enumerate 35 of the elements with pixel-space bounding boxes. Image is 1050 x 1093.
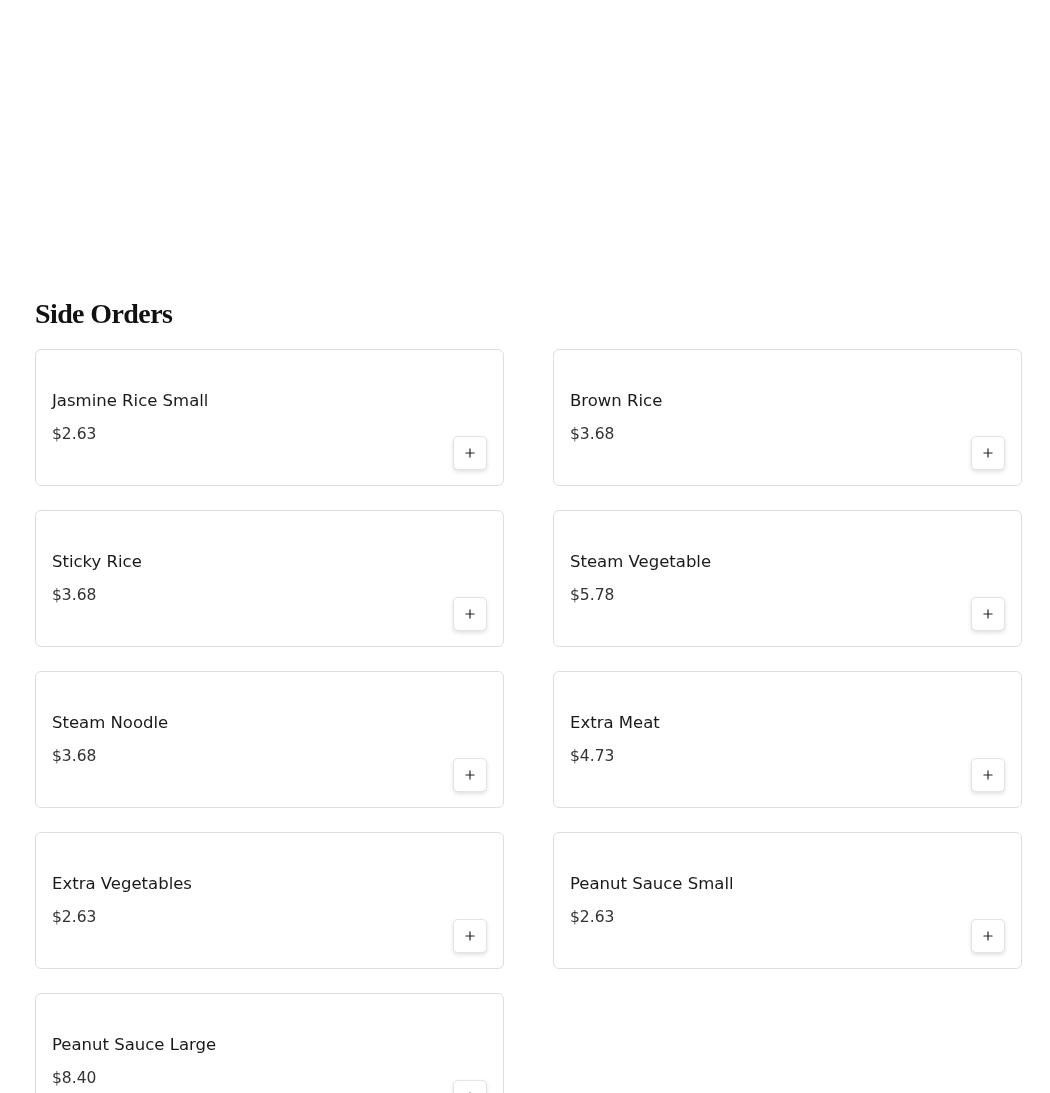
item-price: $5.78 xyxy=(570,585,615,605)
item-price: $3.68 xyxy=(570,424,615,444)
item-name: Sticky Rice xyxy=(52,551,142,573)
item-name: Steam Vegetable xyxy=(570,551,712,573)
item-name: Extra Vegetables xyxy=(52,873,192,895)
add-button[interactable] xyxy=(453,597,487,631)
plus-icon xyxy=(463,768,477,782)
add-button[interactable] xyxy=(971,758,1005,792)
add-button[interactable] xyxy=(453,758,487,792)
item-price: $4.73 xyxy=(570,746,615,766)
plus-icon xyxy=(463,607,477,621)
add-button[interactable] xyxy=(971,436,1005,470)
section-title: Side Orders xyxy=(35,297,174,331)
plus-icon xyxy=(981,446,995,460)
item-name: Peanut Sauce Large xyxy=(52,1034,217,1056)
plus-icon xyxy=(981,768,995,782)
item-name: Extra Meat xyxy=(570,712,660,734)
plus-icon xyxy=(981,929,995,943)
item-price: $2.63 xyxy=(52,907,97,927)
add-button[interactable] xyxy=(971,919,1005,953)
item-price: $2.63 xyxy=(52,424,97,444)
add-button[interactable] xyxy=(453,436,487,470)
item-name: Brown Rice xyxy=(570,390,663,412)
add-button[interactable] xyxy=(971,597,1005,631)
item-price: $3.68 xyxy=(52,746,97,766)
plus-icon xyxy=(463,929,477,943)
item-price: $8.40 xyxy=(52,1068,97,1088)
plus-icon xyxy=(981,607,995,621)
plus-icon xyxy=(463,446,477,460)
item-name: Jasmine Rice Small xyxy=(52,390,209,412)
item-name: Steam Noodle xyxy=(52,712,169,734)
item-price: $3.68 xyxy=(52,585,97,605)
add-button[interactable] xyxy=(453,919,487,953)
item-name: Peanut Sauce Small xyxy=(570,873,734,895)
item-price: $2.63 xyxy=(570,907,615,927)
